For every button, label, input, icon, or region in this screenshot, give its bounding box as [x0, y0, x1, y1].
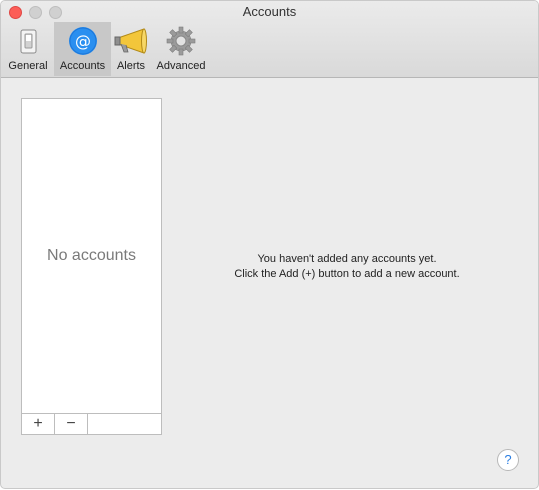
tab-alerts-label: Alerts — [116, 60, 146, 72]
switch-icon — [20, 29, 37, 54]
megaphone-icon — [114, 28, 147, 54]
list-button-bar: + − — [21, 413, 162, 435]
svg-text:@: @ — [75, 32, 91, 51]
help-button[interactable]: ? — [497, 449, 519, 471]
gear-icon — [166, 26, 196, 56]
no-accounts-text: No accounts — [47, 247, 136, 264]
empty-state-line-1: You haven't added any accounts yet. — [257, 253, 437, 265]
window-title: Accounts — [242, 4, 297, 19]
titlebar: Accounts General @ Accounts Alerts Advan… — [1, 1, 538, 78]
tab-general[interactable]: General — [5, 22, 51, 76]
empty-state-line-2: Click the Add (+) button to add a new ac… — [234, 268, 460, 280]
at-sign-icon: @ — [68, 27, 97, 55]
preferences-window: Accounts General @ Accounts Alerts Advan… — [0, 0, 539, 489]
remove-account-button[interactable]: − — [55, 414, 88, 434]
add-account-button[interactable]: + — [22, 414, 55, 434]
tab-advanced[interactable]: Advanced — [153, 22, 209, 76]
accounts-list[interactable]: No accounts — [21, 98, 162, 414]
empty-state-message: You haven't added any accounts yet. Clic… — [177, 252, 517, 282]
tab-advanced-label: Advanced — [156, 60, 206, 72]
tab-accounts[interactable]: @ Accounts — [54, 22, 111, 76]
tab-general-label: General — [8, 60, 48, 72]
tab-accounts-label: Accounts — [59, 60, 106, 72]
tab-alerts[interactable]: Alerts — [113, 22, 149, 76]
